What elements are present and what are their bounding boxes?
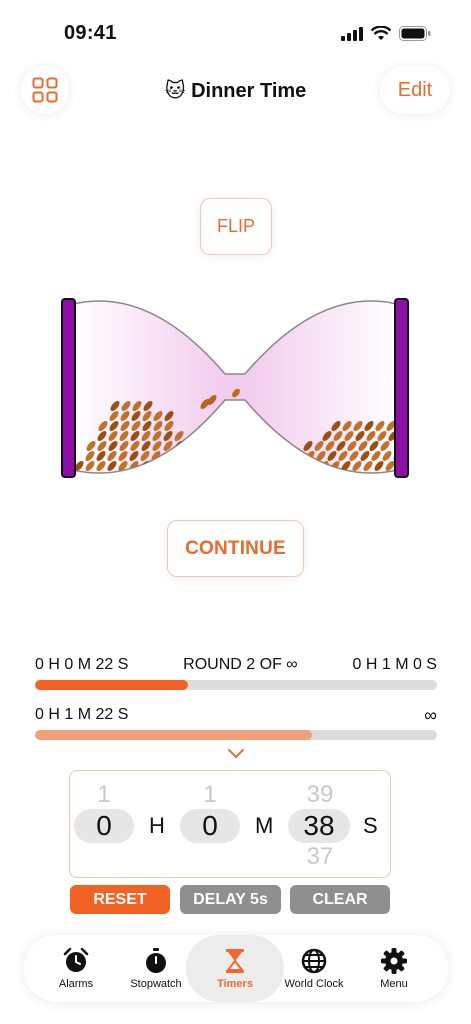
globe-icon bbox=[301, 948, 327, 973]
chevron-down-icon[interactable] bbox=[226, 746, 246, 760]
edit-button[interactable]: Edit bbox=[380, 66, 450, 114]
round-label: ROUND 2 OF ∞ bbox=[183, 656, 298, 673]
sand-grain bbox=[297, 461, 307, 471]
hourglass-icon bbox=[225, 948, 245, 973]
flip-button[interactable]: FLIP bbox=[200, 198, 272, 255]
frame-left bbox=[61, 298, 76, 478]
sand-grain bbox=[173, 451, 183, 461]
seconds-above: 39 bbox=[306, 781, 334, 808]
status-time: 09:41 bbox=[64, 22, 117, 44]
tab-world-clock[interactable]: World Clock bbox=[274, 935, 354, 1002]
round-progress-track bbox=[35, 680, 437, 690]
tab-menu-label: Menu bbox=[380, 977, 408, 990]
tab-menu[interactable]: Menu bbox=[354, 935, 434, 1002]
round-duration: 0 H 1 M 0 S bbox=[352, 656, 437, 673]
tab-stopwatch[interactable]: Stopwatch bbox=[116, 935, 196, 1002]
round-elapsed: 0 H 0 M 22 S bbox=[35, 656, 129, 673]
seconds-wheel[interactable]: 38 bbox=[288, 809, 350, 843]
minutes-unit: M bbox=[255, 813, 274, 838]
sand-grain bbox=[195, 451, 205, 461]
tab-world-clock-label: World Clock bbox=[284, 977, 344, 990]
total-elapsed: 0 H 1 M 22 S bbox=[35, 706, 129, 723]
cellular-signal-icon bbox=[341, 26, 363, 41]
hourglass-graphic bbox=[61, 298, 409, 478]
round-progress-fill bbox=[35, 680, 188, 690]
sand-grain bbox=[184, 451, 194, 461]
sand-grain bbox=[162, 461, 172, 471]
alarm-clock-icon bbox=[63, 947, 89, 972]
time-picker[interactable]: 1 0 H 1 0 M 39 38 37 S bbox=[69, 770, 391, 878]
total-progress-track bbox=[35, 730, 437, 740]
sand-grain bbox=[151, 461, 161, 471]
hours-wheel[interactable]: 0 bbox=[74, 809, 134, 843]
sand-grain bbox=[195, 461, 205, 471]
hours-above: 1 bbox=[97, 781, 111, 808]
sand-grain bbox=[308, 461, 318, 471]
total-progress-fill bbox=[35, 730, 313, 740]
tab-bar: Alarms Stopwatch Timers World Clock Menu bbox=[24, 935, 448, 1002]
tab-stopwatch-label: Stopwatch bbox=[130, 977, 182, 990]
stopwatch-icon bbox=[146, 947, 166, 973]
seconds-below: 37 bbox=[306, 843, 334, 870]
continue-button[interactable]: CONTINUE bbox=[167, 520, 304, 577]
tab-alarms[interactable]: Alarms bbox=[36, 935, 116, 1002]
sand-grain bbox=[173, 461, 183, 471]
seconds-unit: S bbox=[363, 813, 378, 838]
total-progress: 0 H 1 M 22 S ∞ bbox=[35, 705, 437, 740]
reset-button[interactable]: RESET bbox=[70, 885, 170, 914]
wifi-icon bbox=[371, 26, 391, 40]
minutes-wheel[interactable]: 0 bbox=[180, 809, 240, 843]
sand-grain bbox=[286, 461, 296, 471]
total-limit: ∞ bbox=[424, 704, 437, 725]
tab-timers[interactable]: Timers bbox=[186, 935, 284, 1002]
clear-button[interactable]: CLEAR bbox=[290, 885, 390, 914]
frame-right bbox=[394, 298, 409, 478]
battery-icon bbox=[399, 26, 431, 41]
round-progress: 0 H 0 M 22 S ROUND 2 OF ∞ 0 H 1 M 0 S bbox=[35, 655, 437, 690]
hours-unit: H bbox=[149, 813, 165, 838]
delay-button[interactable]: DELAY 5s bbox=[180, 885, 281, 914]
status-icons bbox=[341, 26, 431, 41]
status-bar: 09:41 bbox=[0, 0, 471, 60]
gear-icon bbox=[381, 947, 407, 974]
sand-grain bbox=[275, 461, 285, 471]
minutes-above: 1 bbox=[203, 781, 217, 808]
sand-grain bbox=[184, 461, 194, 471]
tab-alarms-label: Alarms bbox=[58, 977, 94, 990]
tab-timers-label: Timers bbox=[217, 977, 253, 990]
